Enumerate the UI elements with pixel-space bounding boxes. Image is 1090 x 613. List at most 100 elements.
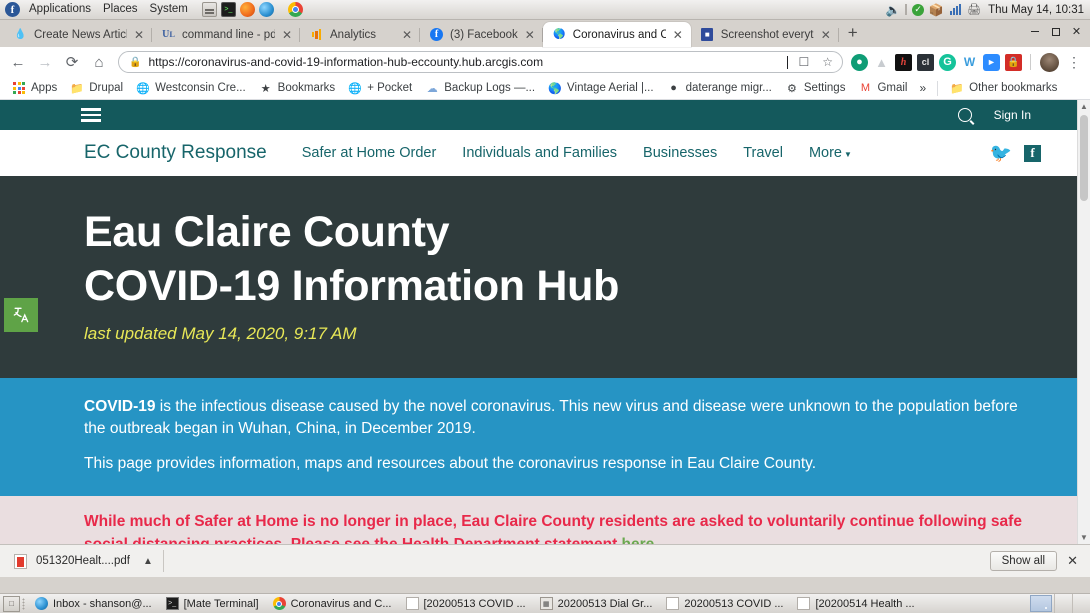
chrome-icon[interactable] bbox=[1030, 595, 1052, 612]
signal-bars-icon[interactable] bbox=[948, 4, 962, 15]
zoom-ext-icon[interactable]: ► bbox=[983, 54, 1000, 71]
search-icon[interactable] bbox=[958, 108, 972, 122]
forward-button[interactable]: → bbox=[32, 49, 58, 75]
archive-manager-icon[interactable] bbox=[202, 2, 217, 17]
tab-close-icon[interactable]: ✕ bbox=[820, 28, 832, 42]
tab-strip: 💧 Create News Articles ✕ UL command line… bbox=[0, 20, 1090, 47]
health-department-statement-link[interactable]: here. bbox=[622, 536, 659, 544]
bookmark-pocket[interactable]: 🌐 + Pocket bbox=[342, 79, 418, 97]
taskbar: □ Inbox - shanson@... >_ [Mate Terminal]… bbox=[0, 593, 1090, 613]
taskbar-item-health-doc[interactable]: [20200514 Health ... bbox=[790, 595, 921, 613]
terminal-icon[interactable]: >_ bbox=[221, 2, 236, 17]
places-menu[interactable]: Places bbox=[97, 0, 144, 19]
bookmark-bookmarks[interactable]: ★ Bookmarks bbox=[253, 79, 342, 97]
tab-create-news-articles[interactable]: 💧 Create News Articles ✕ bbox=[4, 22, 152, 47]
download-menu-chevron-icon[interactable]: ▲ bbox=[143, 556, 153, 567]
bookmark-label: Drupal bbox=[89, 82, 123, 94]
page-scrollbar[interactable]: ▲ ▼ bbox=[1077, 100, 1090, 544]
tab-facebook[interactable]: f (3) Facebook ✕ bbox=[420, 22, 543, 47]
bookmark-backup-logs[interactable]: ☁ Backup Logs —... bbox=[419, 79, 541, 97]
taskbar-item-covid-doc-2[interactable]: 20200513 COVID ... bbox=[659, 595, 790, 613]
hamburger-menu-icon[interactable] bbox=[81, 108, 101, 122]
home-button[interactable]: ⌂ bbox=[86, 49, 112, 75]
grammarly-ext-icon[interactable]: G bbox=[939, 54, 956, 71]
bookmark-drupal[interactable]: 📁 Drupal bbox=[64, 79, 129, 97]
workspace-switcher-1[interactable] bbox=[1054, 594, 1072, 613]
nav-link-safer-at-home[interactable]: Safer at Home Order bbox=[289, 145, 450, 161]
cast-icon[interactable]: ☐ bbox=[795, 55, 812, 69]
applications-menu[interactable]: Applications bbox=[23, 0, 97, 19]
site-brand[interactable]: EC County Response bbox=[84, 142, 267, 164]
lastpass-ext-icon[interactable]: 🔒 bbox=[1005, 54, 1022, 71]
avatar[interactable] bbox=[1040, 53, 1059, 72]
facebook-icon[interactable]: f bbox=[1024, 145, 1041, 162]
printer-icon[interactable]: 🖨 bbox=[967, 3, 981, 17]
clock[interactable]: Thu May 14, 10:31 bbox=[986, 4, 1084, 16]
fedora-logo-icon[interactable]: f bbox=[5, 2, 20, 17]
clipboard-ext-icon[interactable]: cl bbox=[917, 54, 934, 71]
page-viewport: Sign In EC County Response Safer at Home… bbox=[0, 100, 1090, 544]
minimize-button[interactable] bbox=[1025, 23, 1044, 40]
tab-close-icon[interactable]: ✕ bbox=[524, 28, 536, 42]
nav-link-travel[interactable]: Travel bbox=[730, 145, 796, 161]
maximize-button[interactable] bbox=[1046, 23, 1065, 40]
scrollbar-thumb[interactable] bbox=[1080, 115, 1088, 201]
nav-link-businesses[interactable]: Businesses bbox=[630, 145, 730, 161]
apps-grid-icon bbox=[12, 81, 26, 95]
taskbar-item-mate-terminal[interactable]: >_ [Mate Terminal] bbox=[159, 595, 266, 613]
bookmark-westconsin[interactable]: 🌐 Westconsin Cre... bbox=[130, 79, 252, 97]
bookmark-apps[interactable]: Apps bbox=[6, 79, 63, 97]
bookmark-vintage-aerial[interactable]: 🌎 Vintage Aerial |... bbox=[542, 79, 660, 97]
tab-close-icon[interactable]: ✕ bbox=[281, 28, 293, 42]
sign-in-link[interactable]: Sign In bbox=[994, 108, 1031, 122]
hero-section: Eau Claire County COVID-19 Information H… bbox=[0, 176, 1077, 378]
taskbar-item-covid-doc-1[interactable]: [20200513 COVID ... bbox=[399, 595, 533, 613]
twitter-icon[interactable]: 🐦 bbox=[990, 143, 1012, 164]
update-check-icon[interactable]: ✓ bbox=[912, 4, 924, 16]
taskbar-item-inbox[interactable]: Inbox - shanson@... bbox=[28, 595, 159, 613]
honey-ext-icon[interactable]: h bbox=[895, 54, 912, 71]
bookmark-daterange-migr[interactable]: ● daterange migr... bbox=[661, 79, 778, 97]
translate-icon[interactable] bbox=[4, 298, 38, 332]
system-menu[interactable]: System bbox=[144, 0, 194, 19]
speaker-icon[interactable]: 🔈 bbox=[886, 3, 900, 17]
bookmark-gmail[interactable]: M Gmail bbox=[852, 79, 913, 97]
show-desktop-icon[interactable]: □ bbox=[3, 596, 20, 612]
show-all-downloads-button[interactable]: Show all bbox=[990, 551, 1057, 571]
star-icon[interactable]: ☆ bbox=[819, 55, 836, 69]
chrome-icon[interactable] bbox=[288, 2, 303, 17]
folder-icon: 📁 bbox=[70, 81, 84, 95]
wordpress-ext-icon[interactable]: ● bbox=[851, 54, 868, 71]
close-download-bar-button[interactable]: ✕ bbox=[1067, 553, 1078, 569]
package-icon[interactable]: 📦 bbox=[929, 3, 943, 17]
tab-close-icon[interactable]: ✕ bbox=[133, 28, 145, 42]
upload-ext-icon[interactable]: ▲ bbox=[873, 54, 890, 71]
tab-coronavirus-hub[interactable]: 🌎 Coronavirus and COV ✕ bbox=[543, 22, 691, 47]
other-bookmarks-folder[interactable]: 📁 Other bookmarks bbox=[944, 79, 1063, 97]
back-button[interactable]: ← bbox=[5, 49, 31, 75]
bookmarks-overflow-button[interactable]: » bbox=[914, 81, 931, 95]
thunderbird-icon[interactable] bbox=[259, 2, 274, 17]
tab-analytics[interactable]: Analytics ✕ bbox=[300, 22, 420, 47]
workspace-switcher-2[interactable] bbox=[1072, 594, 1090, 613]
taskbar-item-coronavirus[interactable]: Coronavirus and C... bbox=[266, 595, 399, 613]
scroll-down-arrow[interactable]: ▼ bbox=[1080, 531, 1088, 544]
taskbar-grip[interactable] bbox=[22, 598, 25, 610]
bookmark-settings[interactable]: ⚙ Settings bbox=[779, 79, 852, 97]
download-item[interactable]: 051320Healt....pdf ▲ bbox=[8, 551, 163, 572]
close-window-button[interactable]: ✕ bbox=[1067, 23, 1086, 40]
kebab-menu-icon[interactable]: ⋮ bbox=[1063, 54, 1085, 71]
address-bar[interactable]: 🔒 https://coronavirus-and-covid-19-infor… bbox=[118, 51, 843, 73]
tab-screenshot-everything[interactable]: ■ Screenshot everythin ✕ bbox=[691, 22, 839, 47]
taskbar-item-dial-gr[interactable]: ▦ 20200513 Dial Gr... bbox=[533, 595, 660, 613]
tab-close-icon[interactable]: ✕ bbox=[672, 28, 684, 42]
tab-command-line-pdf[interactable]: UL command line - pdf t ✕ bbox=[152, 22, 300, 47]
reload-button[interactable]: ⟳ bbox=[59, 49, 85, 75]
nav-link-individuals-families[interactable]: Individuals and Families bbox=[449, 145, 630, 161]
scroll-up-arrow[interactable]: ▲ bbox=[1080, 100, 1088, 113]
wikipedia-ext-icon[interactable]: W bbox=[961, 54, 978, 71]
tab-close-icon[interactable]: ✕ bbox=[401, 28, 413, 42]
new-tab-button[interactable]: + bbox=[839, 24, 867, 44]
nav-link-more[interactable]: More▼ bbox=[796, 145, 865, 161]
firefox-icon[interactable] bbox=[240, 2, 255, 17]
